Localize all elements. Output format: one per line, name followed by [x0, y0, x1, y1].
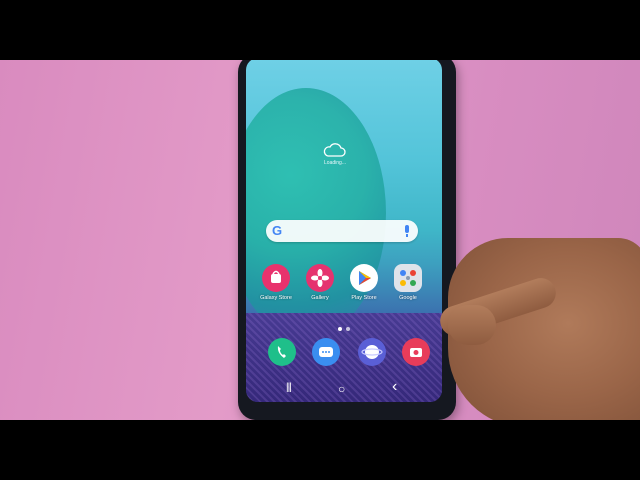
back-button[interactable]: ‹ — [392, 378, 397, 396]
app-galaxy-store[interactable]: Galaxy Store — [254, 264, 298, 301]
page-dot-1 — [338, 327, 342, 331]
google-search-bar[interactable]: G — [266, 220, 418, 242]
home-button[interactable]: ○ — [338, 382, 345, 396]
page-dot-2 — [346, 327, 350, 331]
app-play-store[interactable]: Play Store — [342, 264, 386, 301]
internet-icon — [361, 345, 383, 359]
phone-body: Loading... G Galaxy Store Gallery Play S… — [238, 60, 456, 420]
navigation-bar: ||| ○ ‹ — [246, 376, 442, 402]
messages-icon — [319, 347, 333, 357]
photo-scene: Loading... G Galaxy Store Gallery Play S… — [0, 60, 640, 420]
app-gallery[interactable]: Gallery — [298, 264, 342, 301]
galaxy-store-icon — [262, 264, 290, 292]
dock-camera-app[interactable] — [402, 338, 430, 366]
recents-button[interactable]: ||| — [286, 382, 292, 393]
mic-icon[interactable] — [405, 225, 409, 237]
cloud-icon[interactable] — [322, 142, 346, 158]
home-screen: Loading... G Galaxy Store Gallery Play S… — [246, 60, 442, 402]
app-label: Galaxy Store — [260, 295, 292, 301]
phone-icon — [277, 346, 286, 358]
letterbox-bottom — [0, 420, 640, 480]
dock-internet-app[interactable] — [358, 338, 386, 366]
letterbox-top — [0, 0, 640, 60]
page-indicator — [336, 318, 352, 336]
app-label: Google — [399, 295, 417, 301]
dock-messages-app[interactable] — [312, 338, 340, 366]
thumb-tip — [448, 305, 496, 345]
app-label: Play Store — [351, 295, 377, 301]
google-folder-icon — [394, 264, 422, 292]
weather-loading-text: Loading... — [324, 160, 346, 166]
app-label: Gallery — [311, 295, 329, 301]
google-g-icon: G — [272, 223, 283, 238]
play-store-icon — [350, 264, 378, 292]
gallery-icon — [306, 264, 334, 292]
camera-icon — [410, 348, 422, 357]
app-google-folder[interactable]: Google — [386, 264, 430, 301]
dock-phone-app[interactable] — [268, 338, 296, 366]
